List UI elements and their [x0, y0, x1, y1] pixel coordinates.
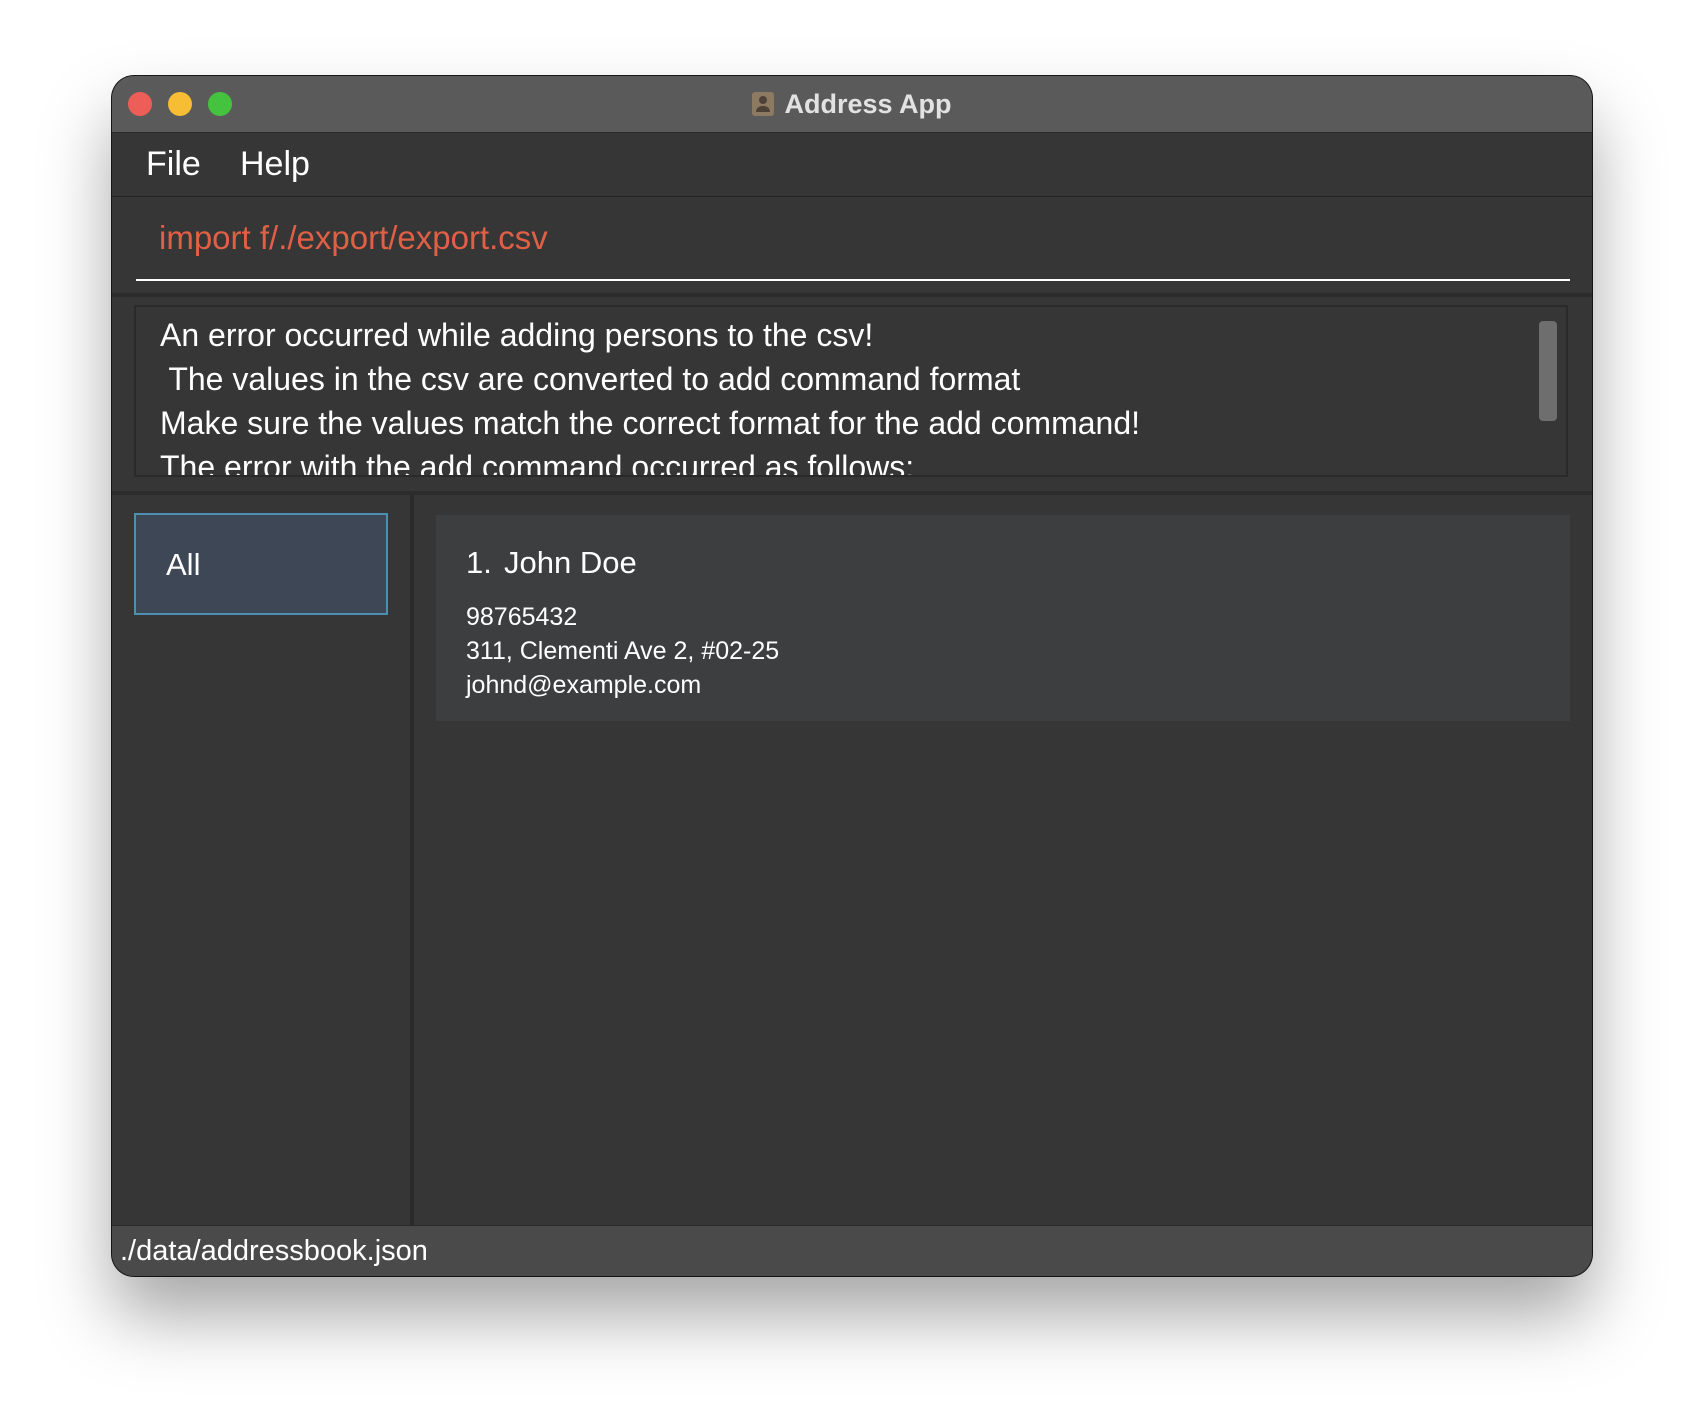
sidebar-item-all[interactable]: All [134, 513, 388, 615]
window-title-group: Address App [112, 76, 1592, 132]
result-scrollbar-thumb[interactable] [1539, 321, 1557, 421]
result-line: The values in the csv are converted to a… [160, 361, 1021, 397]
status-file-path: ./data/addressbook.json [120, 1235, 428, 1267]
command-input[interactable] [136, 197, 1570, 281]
person-address: 311, Clementi Ave 2, #02-25 [466, 637, 780, 665]
result-line: The error with the add command occurred … [160, 449, 915, 477]
title-bar[interactable]: Address App [112, 76, 1592, 133]
result-text: An error occurred while adding persons t… [160, 313, 1140, 477]
person-card[interactable]: 1. John Doe 98765432 311, Clementi Ave 2… [436, 515, 1570, 721]
result-display[interactable]: An error occurred while adding persons t… [134, 305, 1568, 477]
person-email: johnd@example.com [466, 671, 702, 699]
app-window: Address App File Help An error occurred … [112, 76, 1592, 1276]
person-name: John Doe [504, 545, 637, 580]
menu-file[interactable]: File [146, 145, 201, 184]
result-line: Make sure the values match the correct f… [160, 405, 1140, 441]
person-index: 1. [466, 545, 492, 580]
address-book-icon [752, 92, 775, 116]
menu-bar: File Help [112, 133, 1592, 197]
result-display-area: An error occurred while adding persons t… [112, 297, 1592, 495]
person-list-panel: 1. John Doe 98765432 311, Clementi Ave 2… [414, 495, 1592, 1225]
group-sidebar: All [112, 495, 414, 1225]
window-title: Address App [784, 88, 952, 119]
result-line: An error occurred while adding persons t… [160, 317, 874, 353]
person-phone: 98765432 [466, 603, 578, 631]
command-box [112, 197, 1592, 297]
sidebar-item-label: All [166, 547, 201, 582]
menu-help[interactable]: Help [240, 145, 310, 184]
status-bar: ./data/addressbook.json [112, 1225, 1592, 1276]
